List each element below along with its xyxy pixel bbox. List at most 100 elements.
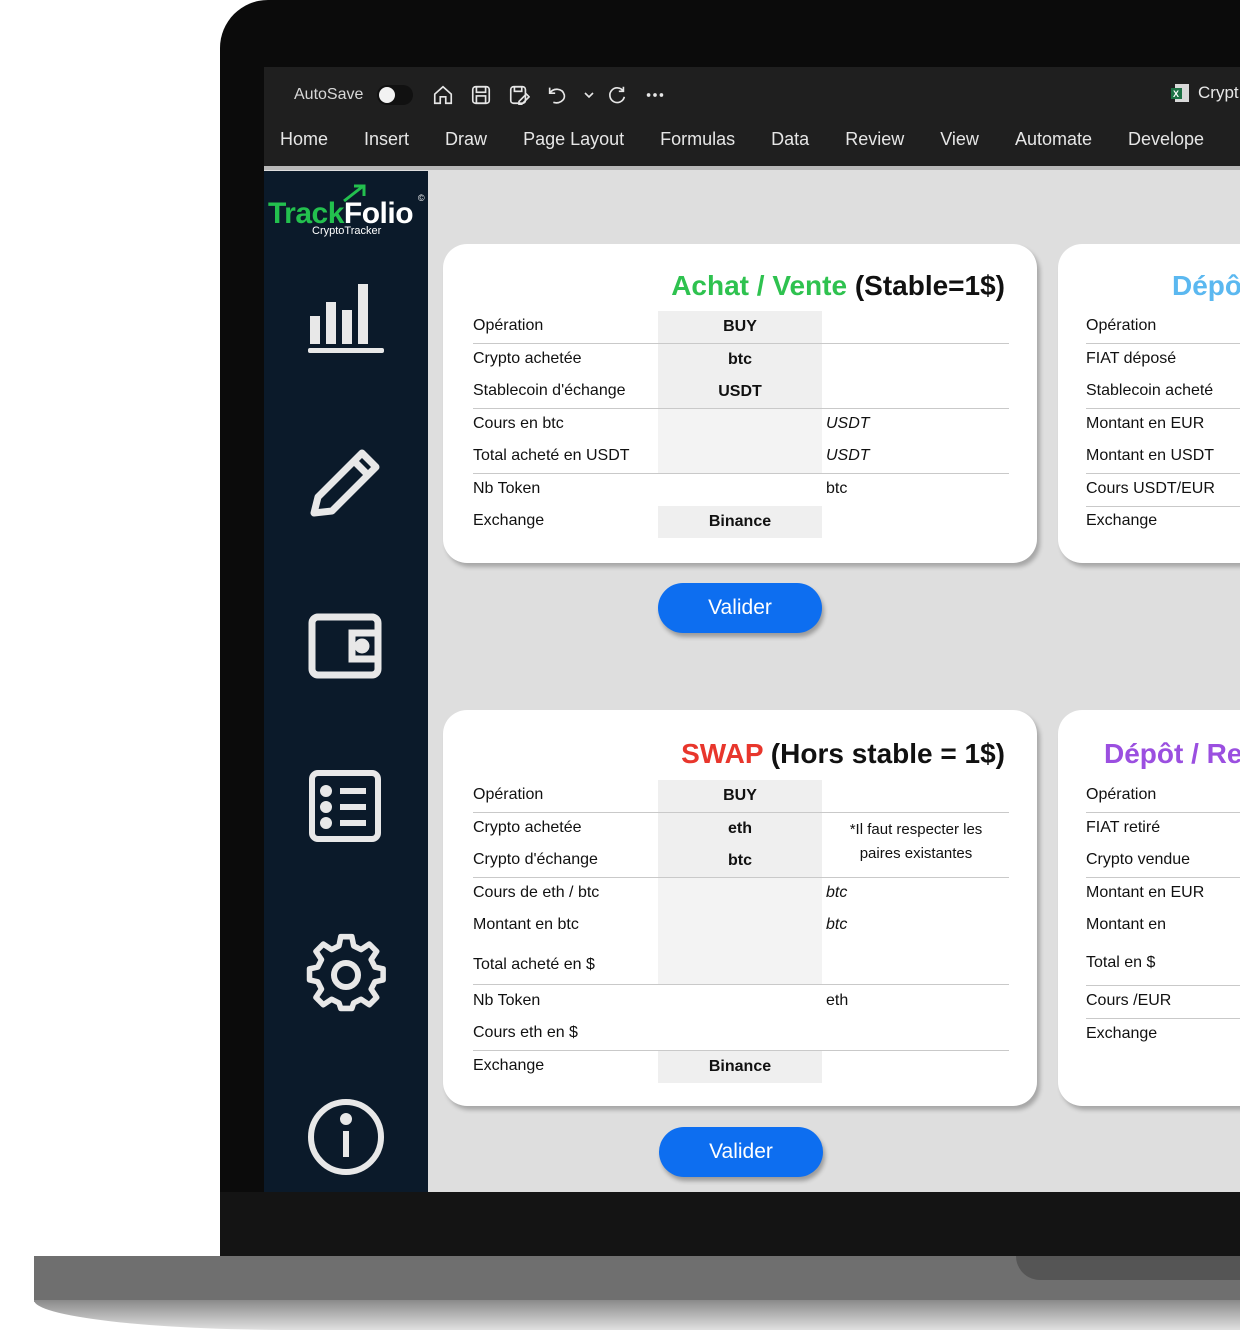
laptop-base-shadow — [34, 1300, 1240, 1330]
tab-automate[interactable]: Automate — [1015, 129, 1092, 150]
cours-cell[interactable] — [658, 878, 822, 910]
row-unit: btc — [826, 916, 848, 933]
pairs-note: *Il faut respecter les paires existantes — [825, 818, 1007, 866]
row-nb-token: Nb Token btc — [473, 474, 1009, 506]
row-label: Nb Token — [473, 480, 541, 497]
exchange-cell[interactable]: Binance — [658, 506, 822, 538]
valider-button-swap[interactable]: Valider — [659, 1127, 823, 1177]
valider-button-achat[interactable]: Valider — [658, 583, 822, 633]
row-label: Cours en btc — [473, 415, 564, 432]
stablecoin-cell[interactable]: USDT — [658, 376, 822, 408]
row-cours: Cours en btc USDT — [473, 409, 1009, 441]
retrait-label: Cours /EUR — [1086, 992, 1172, 1009]
row-cours-usd: Cours eth en $ — [473, 1018, 1009, 1051]
montant-cell[interactable] — [658, 910, 822, 942]
sheet-divider — [264, 166, 1240, 170]
tab-draw[interactable]: Draw — [445, 129, 487, 150]
depot-label: Opération — [1086, 317, 1157, 334]
row-label: Exchange — [473, 512, 545, 529]
operation-cell[interactable]: BUY — [658, 311, 822, 343]
svg-text:X: X — [1173, 89, 1179, 99]
row-exchange: Exchange Binance — [473, 506, 1009, 538]
row-label: Crypto achetée — [473, 819, 582, 836]
depot-separator — [1086, 506, 1240, 507]
row-label: Opération — [473, 317, 544, 334]
retrait-separator — [1086, 1018, 1240, 1019]
info-icon[interactable] — [304, 1095, 388, 1179]
tab-review[interactable]: Review — [845, 129, 904, 150]
home-icon[interactable] — [431, 83, 455, 107]
trackfolio-logo: TrackFolio © CryptoTracker — [268, 183, 428, 243]
row-label: Cours eth en $ — [473, 1024, 578, 1041]
tab-developer[interactable]: Develope — [1128, 129, 1204, 150]
row-label: Exchange — [473, 1057, 545, 1074]
gear-icon[interactable] — [304, 933, 388, 1017]
tab-insert[interactable]: Insert — [364, 129, 409, 150]
save-icon[interactable] — [469, 83, 493, 107]
row-label: Stablecoin d'échange — [473, 382, 626, 399]
crypto-cell[interactable]: btc — [658, 344, 822, 376]
tab-view[interactable]: View — [940, 129, 979, 150]
depot-label: Montant en EUR — [1086, 415, 1205, 432]
pencil-icon[interactable] — [304, 441, 388, 525]
note-line-2: paires existantes — [859, 845, 973, 862]
retrait-separator — [1086, 985, 1240, 986]
title-bar: AutoSave X Crypt Home Insert Draw Page L… — [264, 67, 1240, 167]
bar-chart-icon[interactable] — [304, 276, 388, 360]
row-exchange: Exchange Binance — [473, 1051, 1009, 1083]
row-cours: Cours de eth / btc btc — [473, 878, 1009, 910]
excel-file-icon: X — [1171, 84, 1189, 102]
total-cell[interactable] — [658, 942, 822, 984]
total-cell[interactable] — [658, 441, 822, 473]
row-label: Nb Token — [473, 992, 541, 1009]
exchange-cell[interactable]: Binance — [658, 1051, 822, 1083]
operation-cell[interactable]: BUY — [658, 780, 822, 812]
achat-vente-title-rest: (Stable=1$) — [847, 270, 1005, 301]
row-operation: Opération BUY — [473, 311, 1009, 344]
note-line-1: *Il faut respecter les — [849, 821, 983, 838]
row-nb-token: Nb Token eth — [473, 986, 1009, 1018]
swap-title-colored: SWAP — [681, 738, 764, 769]
swap-card: SWAP (Hors stable = 1$) Opération BUY Cry… — [443, 710, 1037, 1106]
depot-card: Dépô Opération FIAT déposé Stablecoin ac… — [1058, 244, 1240, 563]
cours-cell[interactable] — [658, 409, 822, 441]
achat-vente-title-colored: Achat / Vente — [671, 270, 848, 301]
row-operation: Opération BUY — [473, 780, 1009, 813]
list-icon[interactable] — [304, 767, 388, 851]
achat-vente-card: Achat / Vente (Stable=1$) Opération BUY C… — [443, 244, 1037, 563]
crypto-echange-cell[interactable]: btc — [658, 845, 822, 877]
row-montant: Montant en btc btc — [473, 910, 1009, 942]
more-icon[interactable] — [643, 83, 667, 107]
depot-label: FIAT déposé — [1086, 350, 1177, 367]
dropdown-icon[interactable] — [583, 83, 595, 107]
depot-retrait-card: Dépôt / Re Opération FIAT retiré Crypto … — [1058, 710, 1240, 1106]
file-title: X Crypt — [1170, 83, 1239, 103]
row-crypto-achetee: Crypto achetée btc — [473, 344, 1009, 376]
save-as-icon[interactable] — [507, 83, 531, 107]
retrait-label: Opération — [1086, 786, 1157, 803]
retrait-separator — [1086, 812, 1240, 813]
logo-copyright: © — [418, 193, 425, 203]
row-unit: btc — [826, 884, 848, 901]
depot-label: Exchange — [1086, 512, 1158, 529]
tab-data[interactable]: Data — [771, 129, 809, 150]
autosave-toggle[interactable] — [377, 85, 414, 105]
logo-subtitle: CryptoTracker — [312, 225, 382, 237]
row-label: Opération — [473, 786, 544, 803]
swap-title: SWAP (Hors stable = 1$) — [681, 738, 1005, 770]
retrait-label: Montant en — [1086, 916, 1167, 933]
row-unit: btc — [826, 480, 848, 497]
undo-icon[interactable] — [545, 83, 569, 107]
crypto-cell[interactable]: eth — [658, 813, 822, 845]
tab-page-layout[interactable]: Page Layout — [523, 129, 624, 150]
tab-formulas[interactable]: Formulas — [660, 129, 735, 150]
laptop-hinge-notch — [1016, 1256, 1240, 1280]
tab-home[interactable]: Home — [280, 129, 328, 150]
screen-bezel-bottom — [220, 1192, 1240, 1256]
file-title-text: Crypt — [1198, 83, 1239, 102]
redo-icon[interactable] — [605, 83, 629, 107]
row-label: Crypto achetée — [473, 350, 582, 367]
row-unit: USDT — [826, 415, 870, 432]
wallet-icon[interactable] — [304, 603, 388, 687]
row-label: Crypto d'échange — [473, 851, 598, 868]
